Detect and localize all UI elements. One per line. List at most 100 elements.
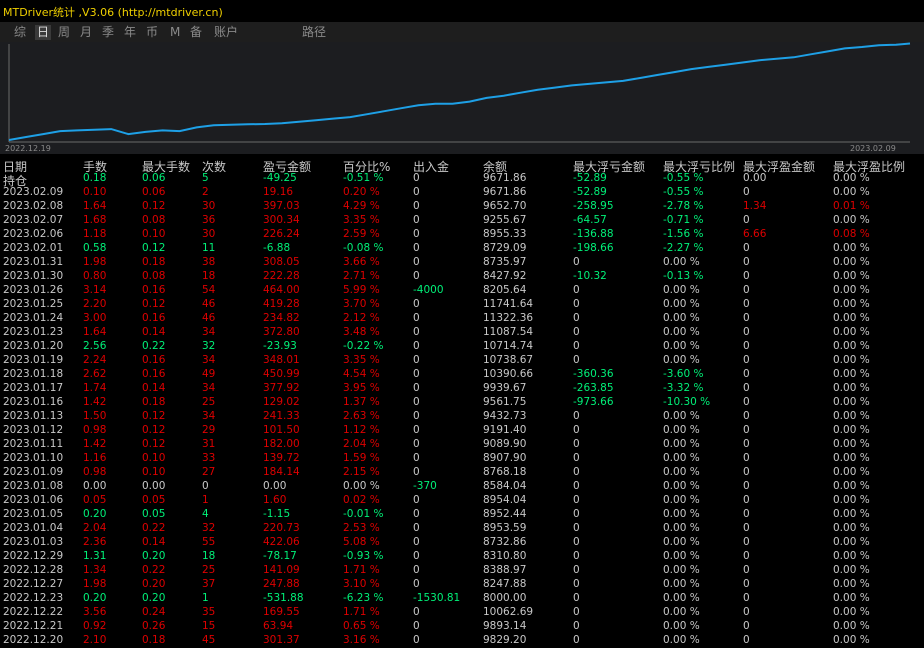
tab-quarter[interactable]: 季 <box>102 25 114 40</box>
cell-max-float-profit-pct: 0.08 % <box>833 228 870 240</box>
table-row[interactable]: 2023.01.10 1.16 0.10 33 139.72 1.59 % 0 8907.90… <box>0 452 924 466</box>
table-row[interactable]: 2023.01.13 1.50 0.12 34 241.33 2.63 % 0 9432.73… <box>0 410 924 424</box>
cell-max-float-profit: 0 <box>743 326 750 338</box>
cell-lots: 1.16 <box>83 452 107 464</box>
cell-max-float-profit-pct: 0.00 % <box>833 410 870 422</box>
cell-max-float-loss-pct: -2.27 % <box>663 242 704 254</box>
cell-lots: 1.68 <box>83 214 107 226</box>
cell-max-lots: 0.08 <box>142 214 166 226</box>
cell-percent: 4.54 % <box>343 368 380 380</box>
table-row[interactable]: 2023.01.05 0.20 0.05 4 -1.15 -0.01 % 0 8952.44 0… <box>0 508 924 522</box>
cell-max-float-loss: -263.85 <box>573 382 614 394</box>
cell-max-float-profit: 0 <box>743 536 750 548</box>
table-row[interactable]: 2023.01.23 1.64 0.14 34 372.80 3.48 % 0 11087.5… <box>0 326 924 340</box>
table-row[interactable]: 2023.01.26 3.14 0.16 54 464.00 5.99 % -4000 820… <box>0 284 924 298</box>
table-row[interactable]: 2023.01.03 2.36 0.14 55 422.06 5.08 % 0 8732.86… <box>0 536 924 550</box>
cell-max-float-profit-pct: 0.00 % <box>833 424 870 436</box>
cell-lots: 0.98 <box>83 424 107 436</box>
table-row[interactable]: 2023.01.11 1.42 0.12 31 182.00 2.04 % 0 9089.90… <box>0 438 924 452</box>
tab-currency[interactable]: 币 <box>146 25 158 40</box>
cell-pnl: 308.05 <box>263 256 300 268</box>
cell-percent: -0.93 % <box>343 550 384 562</box>
table-row[interactable]: 持仓 0.18 0.06 5 -49.25 -0.51 % 0 9671.86 -52.89 -0… <box>0 172 924 188</box>
tab-week[interactable]: 周 <box>58 25 70 40</box>
cell-date: 2023.01.09 <box>3 466 64 478</box>
cell-max-float-profit: 0 <box>743 452 750 464</box>
cell-count: 45 <box>202 634 216 646</box>
table-row[interactable]: 2023.01.04 2.04 0.22 32 220.73 2.53 % 0 8953.59… <box>0 522 924 536</box>
table-row[interactable]: 2023.02.09 0.10 0.06 2 19.16 0.20 % 0 9671.86 -5… <box>0 186 924 200</box>
table-row[interactable]: 2023.01.30 0.80 0.08 18 222.28 2.71 % 0 8427.92… <box>0 270 924 284</box>
cell-balance: 9191.40 <box>483 424 527 436</box>
cell-lots: 3.00 <box>83 312 107 324</box>
cell-pnl: 241.33 <box>263 410 300 422</box>
tab-month[interactable]: 月 <box>80 25 92 40</box>
window-title: MTDriver统计 ,V3.06 (http://mtdriver.cn) <box>3 6 223 19</box>
cell-percent: 3.35 % <box>343 354 380 366</box>
cell-balance: 9432.73 <box>483 410 527 422</box>
cell-lots: 0.20 <box>83 508 107 520</box>
cell-max-float-profit-pct: 0.00 % <box>833 284 870 296</box>
table-row[interactable]: 2023.01.09 0.98 0.10 27 184.14 2.15 % 0 8768.18… <box>0 466 924 480</box>
table-row[interactable]: 2023.02.07 1.68 0.08 36 300.34 3.35 % 0 9255.67… <box>0 214 924 228</box>
cell-balance: 8735.97 <box>483 256 527 268</box>
table-row[interactable]: 2023.02.08 1.64 0.12 30 397.03 4.29 % 0 9652.70… <box>0 200 924 214</box>
tab-day[interactable]: 日 <box>35 25 52 40</box>
table-row[interactable]: 2022.12.20 2.10 0.18 45 301.37 3.16 % 0 9829.20… <box>0 634 924 648</box>
table-row[interactable]: 2023.01.12 0.98 0.12 29 101.50 1.12 % 0 9191.40… <box>0 424 924 438</box>
cell-max-float-profit: 0 <box>743 214 750 226</box>
table-row[interactable]: 2022.12.23 0.20 0.20 1 -531.88 -6.23 % -1530.8… <box>0 592 924 606</box>
table-row[interactable]: 2023.01.18 2.62 0.16 49 450.99 4.54 % 0 10390.6… <box>0 368 924 382</box>
table-row[interactable]: 2023.01.19 2.24 0.16 34 348.01 3.35 % 0 10738.6… <box>0 354 924 368</box>
cell-deposit: 0 <box>413 550 420 562</box>
table-row[interactable]: 2023.01.16 1.42 0.18 25 129.02 1.37 % 0 9561.75… <box>0 396 924 410</box>
cell-pnl: 348.01 <box>263 354 300 366</box>
table-row[interactable]: 2023.02.06 1.18 0.10 30 226.24 2.59 % 0 8955.33… <box>0 228 924 242</box>
table-row[interactable]: 2022.12.29 1.31 0.20 18 -78.17 -0.93 % 0 8310.8… <box>0 550 924 564</box>
cell-percent: 2.12 % <box>343 312 380 324</box>
table-row[interactable]: 2023.01.20 2.56 0.22 32 -23.93 -0.22 % 0 10714.… <box>0 340 924 354</box>
cell-count: 55 <box>202 536 216 548</box>
cell-balance: 8247.88 <box>483 578 527 590</box>
table-row[interactable]: 2023.01.24 3.00 0.16 46 234.82 2.12 % 0 11322.3… <box>0 312 924 326</box>
cell-max-float-loss: -258.95 <box>573 200 614 212</box>
cell-max-lots: 0.05 <box>142 494 166 506</box>
cell-max-float-profit: 0 <box>743 578 750 590</box>
x-axis-start-label: 2022.12.19 <box>5 144 51 153</box>
cell-balance: 8954.04 <box>483 494 527 506</box>
table-row[interactable]: 2023.01.08 0.00 0.00 0 0.00 0.00 % -370 8584.04… <box>0 480 924 494</box>
cell-percent: 0.65 % <box>343 620 380 632</box>
table-row[interactable]: 2022.12.28 1.34 0.22 25 141.09 1.71 % 0 8388.97… <box>0 564 924 578</box>
cell-pnl: 372.80 <box>263 326 300 338</box>
table-row[interactable]: 2022.12.22 3.56 0.24 35 169.55 1.71 % 0 10062.6… <box>0 606 924 620</box>
table-row[interactable]: 2022.12.21 0.92 0.26 15 63.94 0.65 % 0 9893.14 0… <box>0 620 924 634</box>
cell-count: 34 <box>202 326 216 338</box>
cell-max-float-loss: 0 <box>573 466 580 478</box>
table-row[interactable]: 2023.01.31 1.98 0.18 38 308.05 3.66 % 0 8735.97… <box>0 256 924 270</box>
cell-max-lots: 0.22 <box>142 522 166 534</box>
tab-path[interactable]: 路径 <box>302 25 326 40</box>
cell-max-float-profit-pct: 0.00 % <box>833 480 870 492</box>
tab-summary[interactable]: 综 <box>14 25 26 40</box>
tab-year[interactable]: 年 <box>124 25 136 40</box>
tab-notes[interactable]: 备 <box>190 25 202 40</box>
cell-date: 2023.01.04 <box>3 522 64 534</box>
cell-max-float-profit-pct: 0.00 % <box>833 578 870 590</box>
table-row[interactable]: 2023.01.25 2.20 0.12 46 419.28 3.70 % 0 11741.6… <box>0 298 924 312</box>
cell-max-float-loss-pct: 0.00 % <box>663 410 700 422</box>
cell-deposit: 0 <box>413 298 420 310</box>
tab-account[interactable]: 账户 <box>214 25 238 40</box>
table-row[interactable]: 2022.12.27 1.98 0.20 37 247.88 3.10 % 0 8247.88… <box>0 578 924 592</box>
cell-percent: 1.59 % <box>343 452 380 464</box>
cell-max-float-loss: -360.36 <box>573 368 614 380</box>
table-row[interactable]: 2023.02.01 0.58 0.12 11 -6.88 -0.08 % 0 8729.09… <box>0 242 924 256</box>
cell-deposit: 0 <box>413 536 420 548</box>
cell-pnl: 139.72 <box>263 452 300 464</box>
cell-deposit: 0 <box>413 494 420 506</box>
cell-max-float-loss: 0 <box>573 634 580 646</box>
table-row[interactable]: 2023.01.17 1.74 0.14 34 377.92 3.95 % 0 9939.67… <box>0 382 924 396</box>
table-row[interactable]: 2023.01.06 0.05 0.05 1 1.60 0.02 % 0 8954.04 0 0.… <box>0 494 924 508</box>
cell-max-float-profit-pct: 0.00 % <box>833 606 870 618</box>
tab-m[interactable]: M <box>170 25 180 40</box>
cell-max-float-profit: 0 <box>743 270 750 282</box>
